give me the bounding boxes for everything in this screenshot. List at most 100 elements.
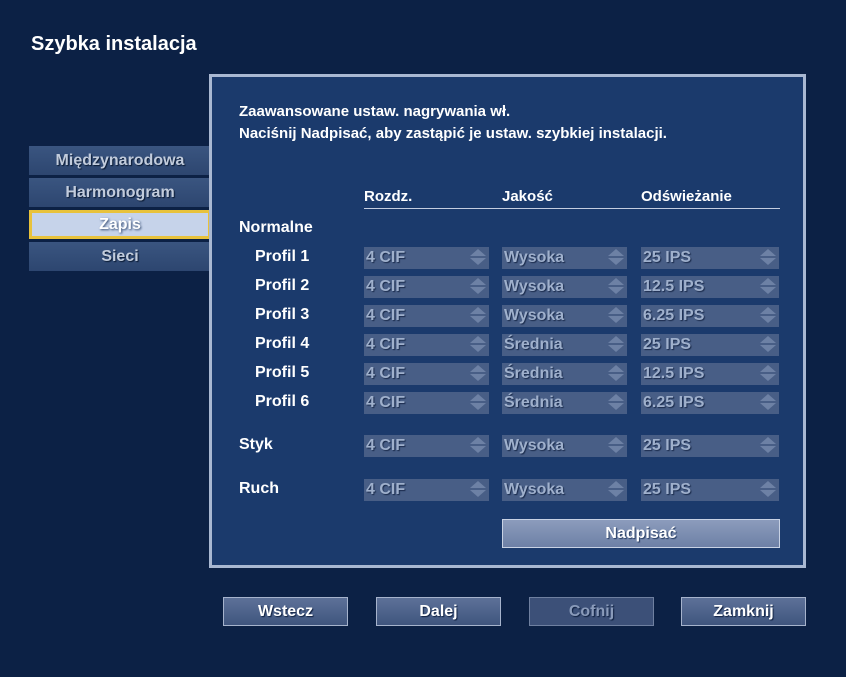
resolution-select[interactable]: 4 CIF [364, 435, 489, 457]
spinner-up-icon[interactable] [760, 437, 776, 444]
spinner-up-icon[interactable] [608, 394, 624, 401]
quality-select[interactable]: Wysoka [502, 276, 627, 298]
spinner-up-icon[interactable] [470, 481, 486, 488]
resolution-select[interactable]: 4 CIF [364, 479, 489, 501]
refresh-select[interactable]: 25 IPS [641, 247, 779, 269]
sidebar-item-schedule[interactable]: Harmonogram [29, 178, 211, 207]
sidebar-item-international[interactable]: Międzynarodowa [29, 146, 211, 175]
refresh-select[interactable]: 6.25 IPS [641, 305, 779, 327]
spinner-down-icon[interactable] [760, 374, 776, 381]
row-label: Profil 3 [255, 306, 310, 323]
spinner-up-icon[interactable] [608, 481, 624, 488]
spinner-down-icon[interactable] [470, 287, 486, 294]
spinner-up-icon[interactable] [760, 336, 776, 343]
spinner-up-icon[interactable] [608, 365, 624, 372]
refresh-select-value: 6.25 IPS [643, 394, 705, 411]
spinner-down-icon[interactable] [470, 403, 486, 410]
refresh-select[interactable]: 25 IPS [641, 479, 779, 501]
spinner-down-icon[interactable] [608, 316, 624, 323]
resolution-select[interactable]: 4 CIF [364, 305, 489, 327]
spinner-up-icon[interactable] [760, 307, 776, 314]
spinner-up-icon[interactable] [608, 336, 624, 343]
resolution-select[interactable]: 4 CIF [364, 276, 489, 298]
spinner-down-icon[interactable] [608, 374, 624, 381]
resolution-select-value: 4 CIF [366, 336, 406, 353]
quality-select[interactable]: Wysoka [502, 247, 627, 269]
sidebar: Międzynarodowa Harmonogram Zapis Sieci [29, 146, 211, 274]
refresh-select[interactable]: 6.25 IPS [641, 392, 779, 414]
spinner-up-icon[interactable] [608, 437, 624, 444]
spinner-down-icon[interactable] [608, 258, 624, 265]
spinner-up-icon[interactable] [470, 307, 486, 314]
spinner-up-icon[interactable] [470, 437, 486, 444]
spinner-up-icon[interactable] [470, 336, 486, 343]
spinner-up-icon[interactable] [760, 365, 776, 372]
quality-select-value: Wysoka [504, 481, 565, 498]
spinner-down-icon[interactable] [470, 345, 486, 352]
spinner-up-icon[interactable] [760, 249, 776, 256]
spinner-down-icon[interactable] [608, 446, 624, 453]
refresh-select[interactable]: 12.5 IPS [641, 276, 779, 298]
back-button[interactable]: Wstecz [223, 597, 348, 626]
spinner-down-icon[interactable] [470, 258, 486, 265]
spinner-down-icon[interactable] [470, 374, 486, 381]
spinner-down-icon[interactable] [608, 490, 624, 497]
spinner-down-icon[interactable] [470, 490, 486, 497]
spinner-up-icon[interactable] [760, 481, 776, 488]
spinner-down-icon[interactable] [470, 316, 486, 323]
quality-select[interactable]: Średnia [502, 334, 627, 356]
header-divider [364, 208, 780, 209]
spinner-up-icon[interactable] [760, 394, 776, 401]
resolution-select[interactable]: 4 CIF [364, 363, 489, 385]
recording-settings-panel: Zaawansowane ustaw. nagrywania wł. Naciś… [209, 74, 806, 568]
resolution-select[interactable]: 4 CIF [364, 392, 489, 414]
quality-select[interactable]: Wysoka [502, 435, 627, 457]
quality-select-value: Wysoka [504, 249, 565, 266]
spinner-up-icon[interactable] [608, 249, 624, 256]
sidebar-item-recording[interactable]: Zapis [29, 210, 211, 239]
quality-select[interactable]: Wysoka [502, 479, 627, 501]
resolution-select-value: 4 CIF [366, 249, 406, 266]
quality-select[interactable]: Średnia [502, 363, 627, 385]
refresh-select[interactable]: 12.5 IPS [641, 363, 779, 385]
spinner-up-icon[interactable] [470, 365, 486, 372]
group-label-normal: Normalne [239, 219, 313, 236]
quality-select[interactable]: Średnia [502, 392, 627, 414]
info-text: Zaawansowane ustaw. nagrywania wł. Naciś… [239, 101, 667, 145]
column-header-resolution: Rozdz. [364, 188, 413, 205]
row-label: Styk [239, 436, 273, 453]
refresh-select[interactable]: 25 IPS [641, 435, 779, 457]
info-line-1: Zaawansowane ustaw. nagrywania wł. [239, 103, 511, 120]
spinner-down-icon[interactable] [760, 258, 776, 265]
resolution-select[interactable]: 4 CIF [364, 247, 489, 269]
undo-button[interactable]: Cofnij [529, 597, 654, 626]
resolution-select-value: 4 CIF [366, 437, 406, 454]
sidebar-item-network[interactable]: Sieci [29, 242, 211, 271]
spinner-down-icon[interactable] [608, 345, 624, 352]
spinner-down-icon[interactable] [760, 316, 776, 323]
quality-select-value: Wysoka [504, 278, 565, 295]
spinner-up-icon[interactable] [470, 249, 486, 256]
refresh-select[interactable]: 25 IPS [641, 334, 779, 356]
next-button[interactable]: Dalej [376, 597, 501, 626]
info-line-2: Naciśnij Nadpisać, aby zastąpić je ustaw… [239, 125, 667, 142]
spinner-up-icon[interactable] [470, 394, 486, 401]
spinner-down-icon[interactable] [760, 446, 776, 453]
quality-select[interactable]: Wysoka [502, 305, 627, 327]
spinner-up-icon[interactable] [760, 278, 776, 285]
row-label: Profil 6 [255, 393, 310, 410]
overwrite-button[interactable]: Nadpisać [502, 519, 780, 548]
spinner-down-icon[interactable] [608, 403, 624, 410]
spinner-down-icon[interactable] [760, 490, 776, 497]
close-button[interactable]: Zamknij [681, 597, 806, 626]
spinner-down-icon[interactable] [760, 345, 776, 352]
spinner-up-icon[interactable] [470, 278, 486, 285]
resolution-select[interactable]: 4 CIF [364, 334, 489, 356]
spinner-down-icon[interactable] [470, 446, 486, 453]
spinner-down-icon[interactable] [760, 287, 776, 294]
spinner-up-icon[interactable] [608, 278, 624, 285]
spinner-down-icon[interactable] [760, 403, 776, 410]
spinner-up-icon[interactable] [608, 307, 624, 314]
spinner-down-icon[interactable] [608, 287, 624, 294]
refresh-select-value: 25 IPS [643, 437, 692, 454]
